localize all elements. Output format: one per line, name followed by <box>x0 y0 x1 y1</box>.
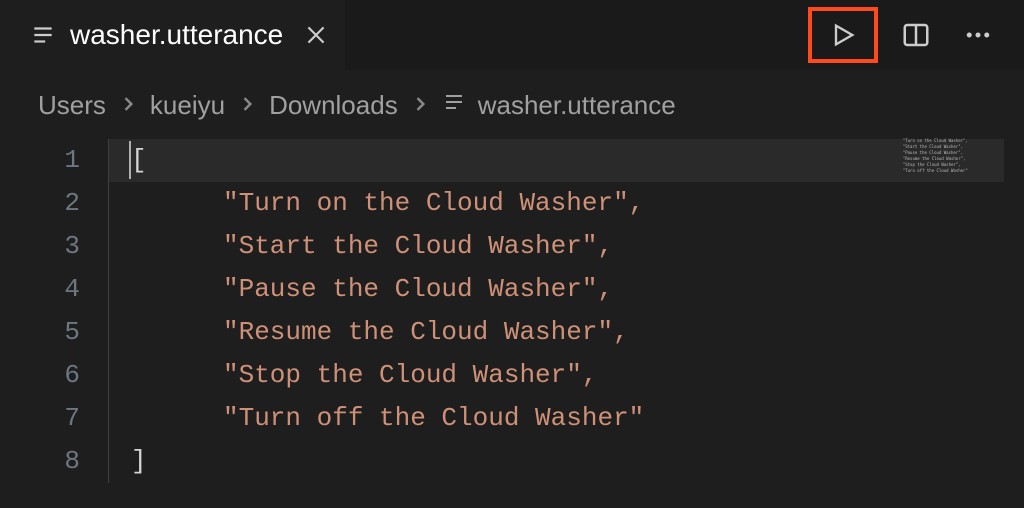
code-line[interactable]: "Turn off the Cloud Washer" <box>131 397 1024 440</box>
code-line[interactable]: "Turn on the Cloud Washer", <box>131 182 1024 225</box>
code-area[interactable]: ["Turn on the Cloud Washer","Start the C… <box>108 139 1024 483</box>
code-line[interactable]: "Start the Cloud Washer", <box>131 225 1024 268</box>
more-actions-button[interactable] <box>954 11 1002 59</box>
breadcrumb-item[interactable]: kueiyu <box>150 90 225 121</box>
line-number: 2 <box>0 182 80 225</box>
editor[interactable]: 12345678 ["Turn on the Cloud Washer","St… <box>0 139 1024 483</box>
breadcrumb-file[interactable]: washer.utterance <box>442 90 676 121</box>
chevron-right-icon <box>410 90 430 121</box>
chevron-right-icon <box>118 90 138 121</box>
breadcrumb[interactable]: Users kueiyu Downloads washer.utterance <box>0 70 1024 139</box>
breadcrumb-item: washer.utterance <box>478 90 676 121</box>
run-button[interactable] <box>808 7 878 63</box>
tab-label: washer.utterance <box>70 19 283 51</box>
code-line[interactable]: "Resume the Cloud Washer", <box>131 311 1024 354</box>
file-lines-icon <box>30 22 56 48</box>
line-number: 7 <box>0 397 80 440</box>
line-number: 8 <box>0 440 80 483</box>
code-line[interactable]: "Pause the Cloud Washer", <box>131 268 1024 311</box>
split-editor-button[interactable] <box>892 11 940 59</box>
file-lines-icon <box>442 90 466 121</box>
editor-actions <box>808 7 1024 63</box>
editor-tab[interactable]: washer.utterance <box>0 0 345 70</box>
line-number: 3 <box>0 225 80 268</box>
chevron-right-icon <box>237 90 257 121</box>
line-number: 5 <box>0 311 80 354</box>
text-cursor <box>129 141 131 179</box>
code-line[interactable]: "Stop the Cloud Washer", <box>131 354 1024 397</box>
tab-group: washer.utterance <box>0 0 345 70</box>
close-icon[interactable] <box>303 22 329 48</box>
code-line[interactable]: [ <box>131 139 1024 182</box>
breadcrumb-item[interactable]: Downloads <box>269 90 398 121</box>
line-number: 4 <box>0 268 80 311</box>
breadcrumb-item[interactable]: Users <box>38 90 106 121</box>
line-number-gutter: 12345678 <box>0 139 108 483</box>
line-number: 1 <box>0 139 80 182</box>
line-number: 6 <box>0 354 80 397</box>
tab-bar: washer.utterance <box>0 0 1024 70</box>
code-line[interactable]: ] <box>131 440 1024 483</box>
